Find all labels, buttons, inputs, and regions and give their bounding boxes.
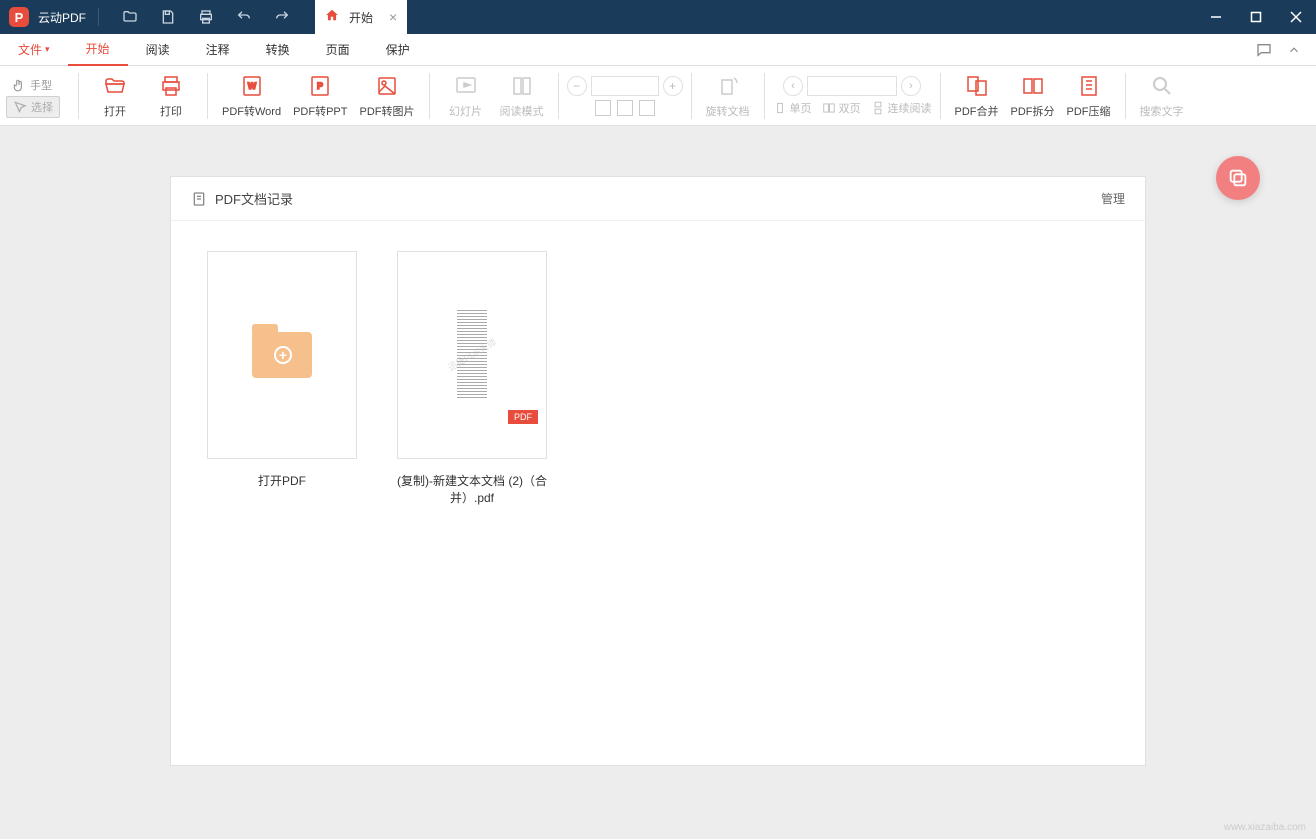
minimize-button[interactable] [1196,0,1236,34]
titlebar: P 云动PDF 开始 × [0,0,1316,34]
menubar: 文件 开始 阅读 注释 转换 页面 保护 [0,34,1316,66]
next-page-button[interactable]: › [901,76,921,96]
home-icon [325,8,339,27]
print-icon[interactable] [191,2,221,32]
recent-file-thumb: 迅捷PDF大师 PDF [397,251,547,459]
compress-tool[interactable]: PDF压缩 [1061,68,1117,124]
continuous-button[interactable]: 连续阅读 [871,100,932,116]
image-icon [374,73,400,99]
print-tool[interactable]: 打印 [143,68,199,124]
recent-file-card[interactable]: 迅捷PDF大师 PDF (复制)-新建文本文档 (2)（合并）.pdf [397,251,547,507]
tab-label: 开始 [349,9,373,26]
rotate-icon [715,73,741,99]
save-icon[interactable] [153,2,183,32]
actual-size-icon[interactable] [639,100,655,116]
book-icon [509,73,535,99]
open-tool[interactable]: 打开 [87,68,143,124]
search-tool[interactable]: 搜索文字 [1134,68,1190,124]
menu-file[interactable]: 文件 [0,34,68,66]
page-input[interactable] [807,76,897,96]
recent-file-caption: (复制)-新建文本文档 (2)（合并）.pdf [397,473,547,507]
close-button[interactable] [1276,0,1316,34]
svg-text:W: W [247,81,256,91]
open-file-icon[interactable] [115,2,145,32]
panel-title: PDF文档记录 [215,189,293,208]
zoom-group: − + [567,76,683,116]
folder-plus-icon: + [252,332,312,378]
maximize-button[interactable] [1236,0,1276,34]
slideshow-icon [453,73,479,99]
compress-icon [1076,73,1102,99]
to-ppt-tool[interactable]: P PDF转PPT [287,68,353,124]
active-tab[interactable]: 开始 × [315,0,407,34]
pdf-badge: PDF [508,410,538,424]
open-pdf-caption: 打开PDF [258,473,306,490]
prev-page-button[interactable]: ‹ [783,76,803,96]
ppt-icon: P [307,73,333,99]
document-list-icon [191,191,207,207]
page-nav-group: ‹ › 单页 双页 连续阅读 [773,76,932,116]
merge-tool[interactable]: PDF合并 [949,68,1005,124]
split-icon [1020,73,1046,99]
menu-protect[interactable]: 保护 [368,34,428,66]
fit-page-icon[interactable] [617,100,633,116]
split-tool[interactable]: PDF拆分 [1005,68,1061,124]
double-page-button[interactable]: 双页 [822,100,861,116]
separator [98,8,99,26]
menu-start[interactable]: 开始 [68,34,128,66]
readmode-tool[interactable]: 阅读模式 [494,68,550,124]
floating-action-button[interactable] [1216,156,1260,200]
app-name: 云动PDF [38,9,86,26]
to-word-tool[interactable]: W PDF转Word [216,68,287,124]
panel-body: + 打开PDF 迅捷PDF大师 PDF (复制)-新建文本文档 (2)（合并）.… [171,221,1145,537]
to-image-tool[interactable]: PDF转图片 [354,68,421,124]
panel-header: PDF文档记录 管理 [171,177,1145,221]
tab-close-icon[interactable]: × [389,9,397,25]
printer-icon [158,73,184,99]
site-watermark: www.xiazaiba.com [1224,822,1306,833]
folder-open-icon [102,73,128,99]
open-pdf-card[interactable]: + 打开PDF [207,251,357,507]
app-logo: P [4,2,34,32]
fit-width-icon[interactable] [595,100,611,116]
content-area: PDF文档记录 管理 + 打开PDF 迅捷PDF大师 PDF (复制)-新 [0,126,1316,766]
zoom-out-button[interactable]: − [567,76,587,96]
open-pdf-thumb: + [207,251,357,459]
collapse-ribbon-icon[interactable] [1282,38,1306,62]
menu-convert[interactable]: 转换 [248,34,308,66]
single-page-button[interactable]: 单页 [773,100,812,116]
svg-text:P: P [317,81,323,91]
manage-link[interactable]: 管理 [1101,190,1125,207]
zoom-input[interactable] [591,76,659,96]
slideshow-tool[interactable]: 幻灯片 [438,68,494,124]
select-tool-button[interactable]: 选择 [6,96,60,118]
redo-icon[interactable] [267,2,297,32]
comment-icon[interactable] [1252,38,1276,62]
ribbon: 手型 选择 打开 打印 W PDF转Word P PDF转PPT PDF转图片 … [0,66,1316,126]
undo-icon[interactable] [229,2,259,32]
recent-panel: PDF文档记录 管理 + 打开PDF 迅捷PDF大师 PDF (复制)-新 [170,176,1146,766]
rotate-tool[interactable]: 旋转文档 [700,68,756,124]
search-icon [1149,73,1175,99]
word-icon: W [239,73,265,99]
merge-icon [964,73,990,99]
menu-page[interactable]: 页面 [308,34,368,66]
menu-read[interactable]: 阅读 [128,34,188,66]
zoom-in-button[interactable]: + [663,76,683,96]
hand-tool-button[interactable]: 手型 [6,74,60,96]
menu-annotate[interactable]: 注释 [188,34,248,66]
